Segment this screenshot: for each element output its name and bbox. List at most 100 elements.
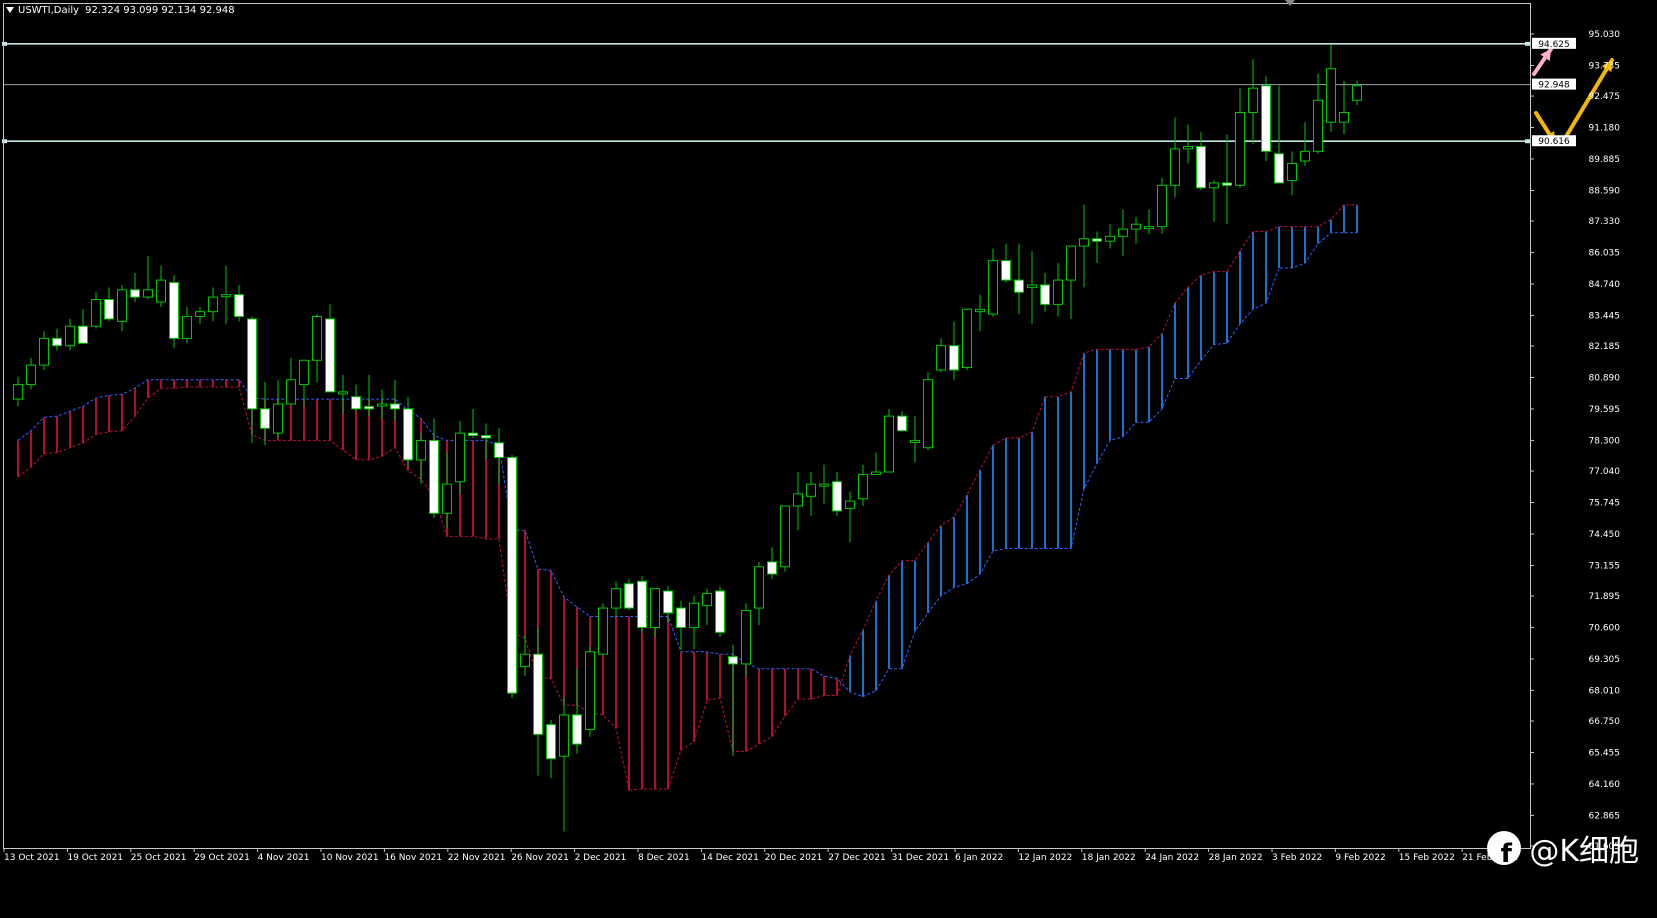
candle-body	[1001, 260, 1011, 281]
price-highlight-label: 94.625	[1538, 40, 1570, 50]
candle-body	[702, 592, 712, 607]
line-handle	[1525, 139, 1530, 144]
candle-body	[650, 588, 660, 628]
candle-body	[1196, 145, 1206, 189]
dropdown-triangle-icon[interactable]	[6, 7, 14, 13]
time-label: 19 Oct 2021	[67, 853, 123, 863]
candle-body	[1079, 238, 1089, 247]
candle-body	[884, 415, 894, 473]
line-handle	[2, 41, 7, 46]
candle-body	[1313, 99, 1323, 152]
price-label: 73.155	[1589, 561, 1621, 571]
time-label: 3 Feb 2022	[1272, 853, 1322, 863]
price-label: 65.455	[1589, 748, 1621, 758]
candle-body	[1053, 279, 1063, 305]
candle-body	[39, 337, 49, 366]
price-label: 88.590	[1589, 186, 1621, 196]
candle-body	[715, 590, 725, 633]
candle-body	[78, 325, 88, 344]
price-highlight-label: 92.948	[1538, 81, 1570, 91]
price-label: 80.890	[1589, 374, 1621, 384]
candlestick-chart[interactable]: 95.030 93.735 92.475 91.180 89.885 88.590 87.3…	[0, 0, 1657, 918]
candle-body	[1261, 85, 1271, 152]
candle-body	[1235, 111, 1245, 186]
line-handle	[1525, 41, 1530, 46]
candle-body	[390, 403, 400, 410]
price-label: 78.300	[1589, 436, 1621, 446]
candle-body	[1300, 150, 1310, 162]
candle-body	[234, 294, 244, 318]
price-label: 82.185	[1589, 342, 1621, 352]
candle-body	[936, 345, 946, 371]
chart-window[interactable]: 95.030 93.735 92.475 91.180 89.885 88.590 87.3…	[0, 0, 1657, 918]
candle-body	[1170, 148, 1180, 186]
candle-body	[1248, 87, 1258, 113]
candle-body	[468, 432, 478, 437]
candle-body	[923, 379, 933, 449]
candle-body	[728, 656, 738, 665]
line-handle	[2, 139, 7, 144]
candle-body	[351, 396, 361, 410]
candle-body	[624, 583, 634, 609]
candle-body	[130, 289, 140, 298]
candle-body	[325, 318, 335, 393]
candle-body	[1339, 111, 1349, 123]
time-label: 18 Jan 2022	[1082, 853, 1136, 863]
time-label: 31 Dec 2021	[892, 853, 950, 863]
candle-body	[338, 391, 348, 395]
candle-body	[1066, 245, 1076, 281]
price-label: 93.735	[1589, 61, 1621, 71]
candle-body	[611, 588, 621, 609]
time-label: 6 Jan 2022	[955, 853, 1003, 863]
ichimoku-span-lines	[17, 204, 1357, 791]
pink-up-arrow	[1532, 47, 1553, 76]
price-label: 69.305	[1589, 655, 1621, 665]
watermark: f @K细胞	[1487, 826, 1639, 870]
candle-body	[195, 311, 205, 318]
candle-body	[806, 483, 816, 497]
candle-body	[429, 439, 439, 514]
time-label: 10 Nov 2021	[321, 853, 379, 863]
price-label: 95.030	[1589, 30, 1621, 40]
watermark-text: @K细胞	[1529, 834, 1639, 869]
time-label: 4 Nov 2021	[258, 853, 310, 863]
price-label: 64.160	[1589, 780, 1621, 790]
candle-body	[1131, 223, 1141, 230]
price-highlight-label: 90.616	[1538, 137, 1570, 147]
candles	[13, 44, 1362, 832]
candle-body	[247, 318, 257, 410]
candle-body	[559, 714, 569, 757]
candle-body	[585, 651, 595, 731]
candle-body	[260, 408, 270, 429]
candle-body	[1118, 228, 1128, 237]
candle-body	[845, 500, 855, 509]
candle-body	[442, 483, 452, 514]
candle-body	[767, 561, 777, 575]
candle-body	[273, 403, 283, 434]
time-label: 26 Nov 2021	[511, 853, 569, 863]
candle-body	[208, 296, 218, 313]
candle-body	[1014, 279, 1024, 293]
candle-body	[507, 456, 517, 694]
price-label: 62.865	[1589, 811, 1621, 821]
axes: 95.030 93.735 92.475 91.180 89.885 88.590 87.3…	[3, 3, 1621, 863]
price-label: 83.445	[1589, 311, 1621, 321]
candle-body	[221, 294, 231, 298]
candle-body	[1144, 226, 1154, 230]
candle-body	[676, 607, 686, 628]
time-label: 2 Dec 2021	[575, 853, 627, 863]
candle-body	[1027, 284, 1037, 288]
candle-body	[1105, 235, 1115, 242]
candle-body	[598, 607, 608, 655]
candle-body	[455, 432, 465, 483]
time-label: 25 Oct 2021	[131, 853, 187, 863]
time-label: 20 Dec 2021	[765, 853, 823, 863]
shift-marker-icon[interactable]	[1285, 0, 1295, 6]
price-label: 75.745	[1589, 498, 1621, 508]
candle-body	[819, 483, 829, 487]
candle-body	[663, 590, 673, 614]
candle-body	[793, 493, 803, 507]
candle-body	[1092, 238, 1102, 242]
facebook-icon: f	[1487, 831, 1522, 865]
candle-body	[962, 308, 972, 369]
